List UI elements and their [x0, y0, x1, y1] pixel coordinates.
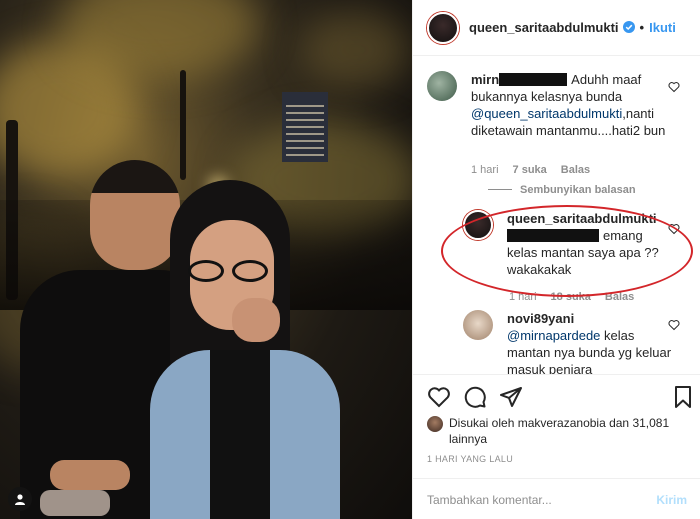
comments-list: mirn Aduhh maaf bukannya kelasnya bunda @… — [413, 57, 700, 374]
save-bookmark-icon[interactable] — [671, 385, 695, 409]
comment-item: mirn Aduhh maaf bukannya kelasnya bunda @… — [427, 71, 683, 139]
tagged-users-icon[interactable] — [8, 487, 32, 511]
likes-summary: Disukai oleh makverazanobia dan 31,081 l… — [427, 415, 689, 447]
person-woman — [150, 180, 350, 519]
post-side-panel: queen_saritaabdulmukti • Ikuti mirn Aduhh m… — [412, 0, 700, 519]
add-comment-bar: Kirim — [413, 478, 700, 519]
post-timestamp: 1 HARI YANG LALU — [427, 454, 513, 464]
comment-text: mirn Aduhh maaf bukannya kelasnya bunda @… — [471, 71, 671, 139]
author-avatar[interactable] — [427, 11, 459, 44]
commenter-avatar[interactable] — [427, 71, 457, 101]
post-photo[interactable] — [0, 0, 412, 519]
verified-badge-icon — [622, 21, 635, 33]
redaction-bar — [499, 73, 568, 86]
comment-username[interactable]: mirn — [471, 72, 499, 87]
post-header: queen_saritaabdulmukti • Ikuti — [413, 0, 700, 56]
share-paper-plane-icon[interactable] — [499, 385, 523, 409]
liker-avatar[interactable] — [427, 416, 443, 432]
author-line: queen_saritaabdulmukti • Ikuti — [469, 20, 676, 35]
reply-mention[interactable]: @mirnapardede — [507, 328, 600, 343]
reply-button[interactable]: Balas — [561, 164, 590, 176]
post-comment-button[interactable]: Kirim — [656, 493, 687, 507]
likes-text[interactable]: Disukai oleh makverazanobia dan 31,081 l… — [449, 415, 689, 447]
comment-time: 1 hari — [471, 164, 499, 176]
header-separator: • — [639, 20, 645, 35]
like-comment-heart-icon[interactable] — [668, 81, 680, 93]
comment-bubble-icon[interactable] — [463, 385, 487, 409]
foliage-glow — [300, 10, 410, 90]
like-heart-icon[interactable] — [427, 385, 451, 409]
like-reply-heart-icon[interactable] — [668, 319, 680, 331]
reply-author-avatar[interactable] — [463, 310, 493, 340]
post-actions: Disukai oleh makverazanobia dan 31,081 l… — [413, 374, 700, 519]
follow-button[interactable]: Ikuti — [649, 20, 676, 35]
comment-likes[interactable]: 7 suka — [513, 164, 547, 176]
building-windows — [286, 100, 324, 156]
highlight-circle — [441, 205, 693, 297]
reply-username[interactable]: novi89yani — [507, 310, 672, 327]
author-username[interactable]: queen_saritaabdulmukti — [469, 20, 619, 35]
comment-meta: 1 hari 7 suka Balas — [471, 164, 604, 176]
reply-text: novi89yani @mirnapardede kelas mantan nya… — [507, 310, 672, 374]
user-silhouette-icon — [15, 494, 25, 505]
comment-input[interactable] — [427, 492, 627, 507]
reply-item: novi89yani @mirnapardede kelas mantan nya… — [463, 310, 683, 374]
comment-mention[interactable]: @queen_saritaabdulmukti — [471, 106, 622, 121]
hide-replies-button[interactable]: Sembunyikan balasan — [488, 184, 636, 196]
